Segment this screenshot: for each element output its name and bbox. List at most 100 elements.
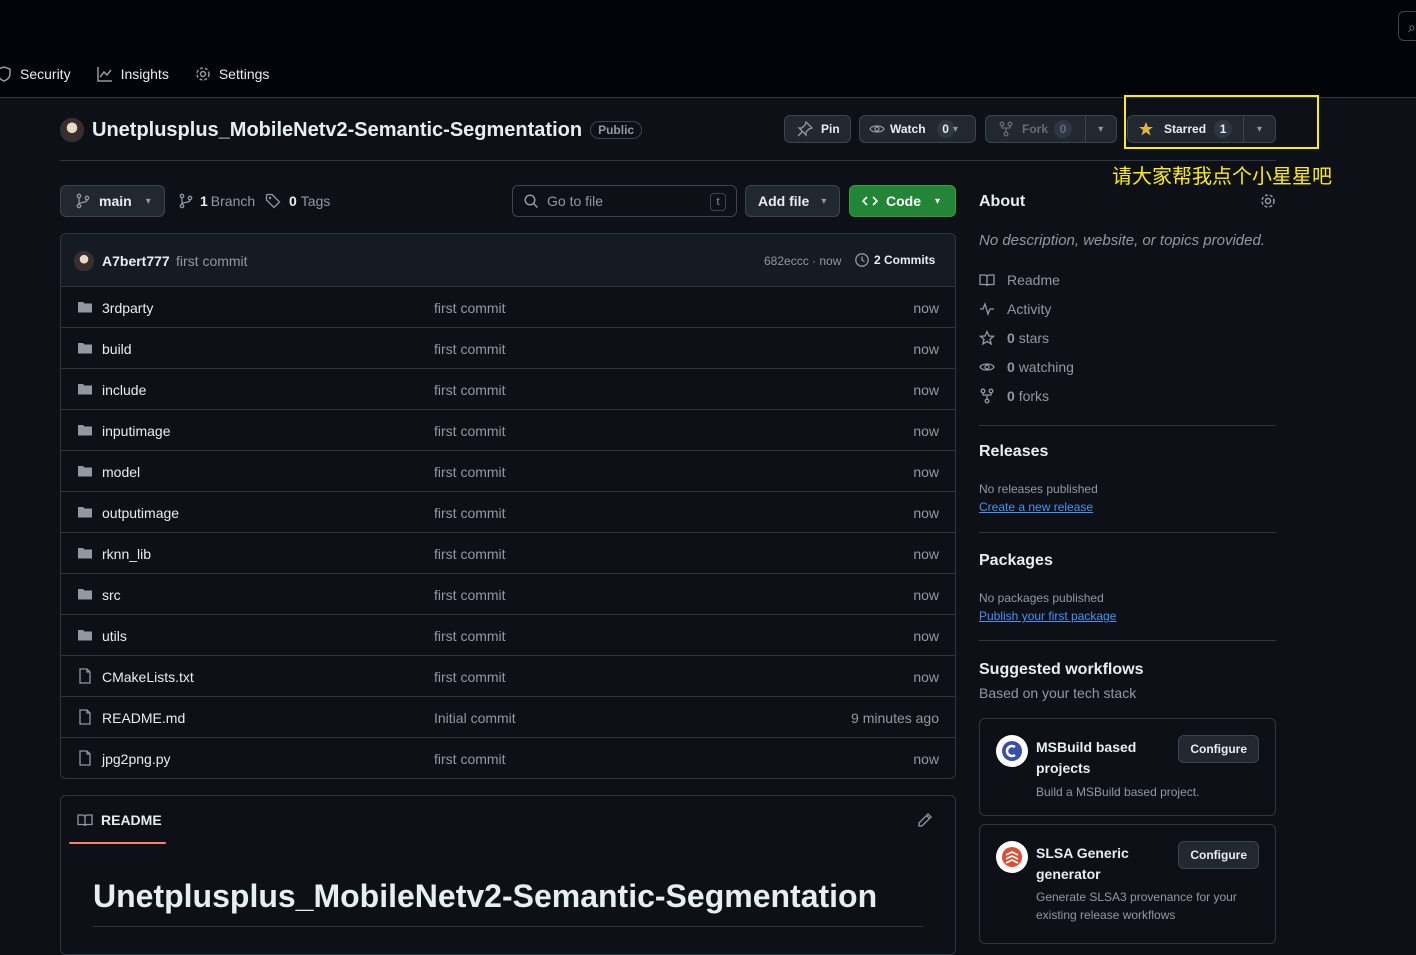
forks-link[interactable]: 0 forks xyxy=(979,388,1049,404)
pencil-icon[interactable] xyxy=(917,812,933,828)
fork-icon xyxy=(979,388,995,404)
file-name[interactable]: jpg2png.py xyxy=(102,751,171,767)
eye-icon xyxy=(869,121,885,137)
file-name[interactable]: CMakeLists.txt xyxy=(102,669,194,685)
file-row[interactable]: src first commit now xyxy=(61,574,955,615)
stars-label: stars xyxy=(1018,330,1050,346)
file-commit-message[interactable]: first commit xyxy=(434,546,506,562)
releases-title[interactable]: Releases xyxy=(979,443,1048,461)
repo-header: Unetplusplus_MobileNetv2-Semantic-Segmen… xyxy=(60,114,643,146)
branch-select-button[interactable]: main ▾ xyxy=(60,185,165,217)
commit-message[interactable]: first commit xyxy=(176,253,248,269)
file-commit-message[interactable]: first commit xyxy=(434,751,506,767)
commit-author[interactable]: A7bert777 xyxy=(102,253,170,269)
configure-button[interactable]: Configure xyxy=(1178,841,1259,869)
file-commit-message[interactable]: first commit xyxy=(434,382,506,398)
readme-link[interactable]: Readme xyxy=(979,272,1060,288)
branches-link[interactable]: 1 Branch xyxy=(178,185,255,217)
nav-security[interactable]: Security xyxy=(0,66,71,82)
code-button[interactable]: Code ▾ xyxy=(849,185,956,217)
file-commit-time: now xyxy=(913,546,939,562)
file-commit-message[interactable]: first commit xyxy=(434,587,506,603)
tag-count: 0 xyxy=(289,193,297,209)
file-row[interactable]: inputimage first commit now xyxy=(61,410,955,451)
workflow-description: Generate SLSA3 provenance for your exist… xyxy=(1036,890,1237,922)
readme-tab[interactable]: README xyxy=(77,812,162,828)
add-file-button[interactable]: Add file ▾ xyxy=(745,185,840,217)
commit-hash[interactable]: 682eccc · now xyxy=(764,254,841,268)
watching-link[interactable]: 0 watching xyxy=(979,359,1074,375)
file-commit-message[interactable]: first commit xyxy=(434,669,506,685)
file-name[interactable]: inputimage xyxy=(102,423,171,439)
file-row[interactable]: README.md Initial commit 9 minutes ago xyxy=(61,697,955,738)
pin-button[interactable]: Pin xyxy=(784,115,851,143)
file-name[interactable]: src xyxy=(102,587,121,603)
file-name[interactable]: model xyxy=(102,464,140,480)
file-row[interactable]: include first commit now xyxy=(61,369,955,410)
graph-icon xyxy=(96,66,113,82)
watch-chevron-down-icon[interactable]: ▾ xyxy=(953,124,958,135)
watch-button[interactable]: Watch 0 ▾ xyxy=(859,115,976,143)
shortcut-key: t xyxy=(710,193,726,211)
file-name[interactable]: 3rdparty xyxy=(102,300,153,316)
gear-icon[interactable] xyxy=(1260,193,1276,209)
configure-button[interactable]: Configure xyxy=(1178,735,1259,763)
file-row[interactable]: jpg2png.py first commit now xyxy=(61,738,955,778)
chevron-down-icon: ▾ xyxy=(145,195,151,207)
file-commit-message[interactable]: first commit xyxy=(434,300,506,316)
git-branch-icon xyxy=(75,193,91,209)
repo-nav: Security Insights Settings xyxy=(0,62,295,86)
file-commit-message[interactable]: first commit xyxy=(434,464,506,480)
file-name[interactable]: rknn_lib xyxy=(102,546,151,562)
tags-link[interactable]: 0 Tags xyxy=(265,185,330,217)
file-row[interactable]: CMakeLists.txt first commit now xyxy=(61,656,955,697)
fork-dropdown[interactable]: ▾ xyxy=(1084,116,1116,142)
tag-count-label: Tags xyxy=(300,193,331,209)
file-commit-message[interactable]: first commit xyxy=(434,628,506,644)
repo-title[interactable]: Unetplusplus_MobileNetv2-Semantic-Segmen… xyxy=(92,119,582,142)
folder-icon xyxy=(77,504,93,520)
file-commit-message[interactable]: first commit xyxy=(434,505,506,521)
create-release-link[interactable]: Create a new release xyxy=(979,500,1093,514)
file-row[interactable]: model first commit now xyxy=(61,451,955,492)
nav-settings[interactable]: Settings xyxy=(195,66,269,82)
forks-label: forks xyxy=(1018,388,1050,404)
folder-icon xyxy=(77,627,93,643)
file-name[interactable]: README.md xyxy=(102,710,185,726)
packages-title[interactable]: Packages xyxy=(979,552,1053,570)
star-icon xyxy=(979,330,995,346)
folder-icon xyxy=(77,299,93,315)
file-row[interactable]: outputimage first commit now xyxy=(61,492,955,533)
folder-icon xyxy=(77,463,93,479)
activity-link[interactable]: Activity xyxy=(979,301,1051,317)
file-commit-message[interactable]: first commit xyxy=(434,341,506,357)
file-commit-message[interactable]: first commit xyxy=(434,423,506,439)
readme-panel: README Unetplusplus_MobileNetv2-Semantic… xyxy=(60,795,956,955)
top-search-button[interactable]: ⌕ xyxy=(1398,11,1416,41)
file-row[interactable]: rknn_lib first commit now xyxy=(61,533,955,574)
owner-avatar[interactable] xyxy=(60,118,84,142)
file-row[interactable]: 3rdparty first commit now xyxy=(61,287,955,328)
file-name[interactable]: include xyxy=(102,382,146,398)
msbuild-logo-icon xyxy=(996,735,1028,767)
watching-label: watching xyxy=(1018,359,1074,375)
search-icon: ⌕ xyxy=(1408,19,1416,35)
commit-author-avatar[interactable] xyxy=(74,251,94,271)
about-description: No description, website, or topics provi… xyxy=(979,232,1265,249)
add-file-label: Add file xyxy=(758,193,810,209)
file-row[interactable]: build first commit now xyxy=(61,328,955,369)
workflow-name: SLSA Generic generator xyxy=(1036,845,1129,882)
file-name[interactable]: build xyxy=(102,341,132,357)
go-to-file-input[interactable]: Go to file t xyxy=(512,185,737,217)
branch-toolbar: main ▾ 1 Branch 0 Tags Go to file t Add … xyxy=(60,185,956,217)
commits-link[interactable]: 2 Commits xyxy=(854,252,935,268)
file-name[interactable]: outputimage xyxy=(102,505,179,521)
file-icon xyxy=(77,709,93,725)
publish-package-link[interactable]: Publish your first package xyxy=(979,609,1116,623)
nav-insights[interactable]: Insights xyxy=(96,66,169,82)
file-commit-message[interactable]: Initial commit xyxy=(434,710,516,726)
file-row[interactable]: utils first commit now xyxy=(61,615,955,656)
readme-heading-rule xyxy=(93,926,923,927)
file-name[interactable]: utils xyxy=(102,628,127,644)
stars-link[interactable]: 0 stars xyxy=(979,330,1049,346)
